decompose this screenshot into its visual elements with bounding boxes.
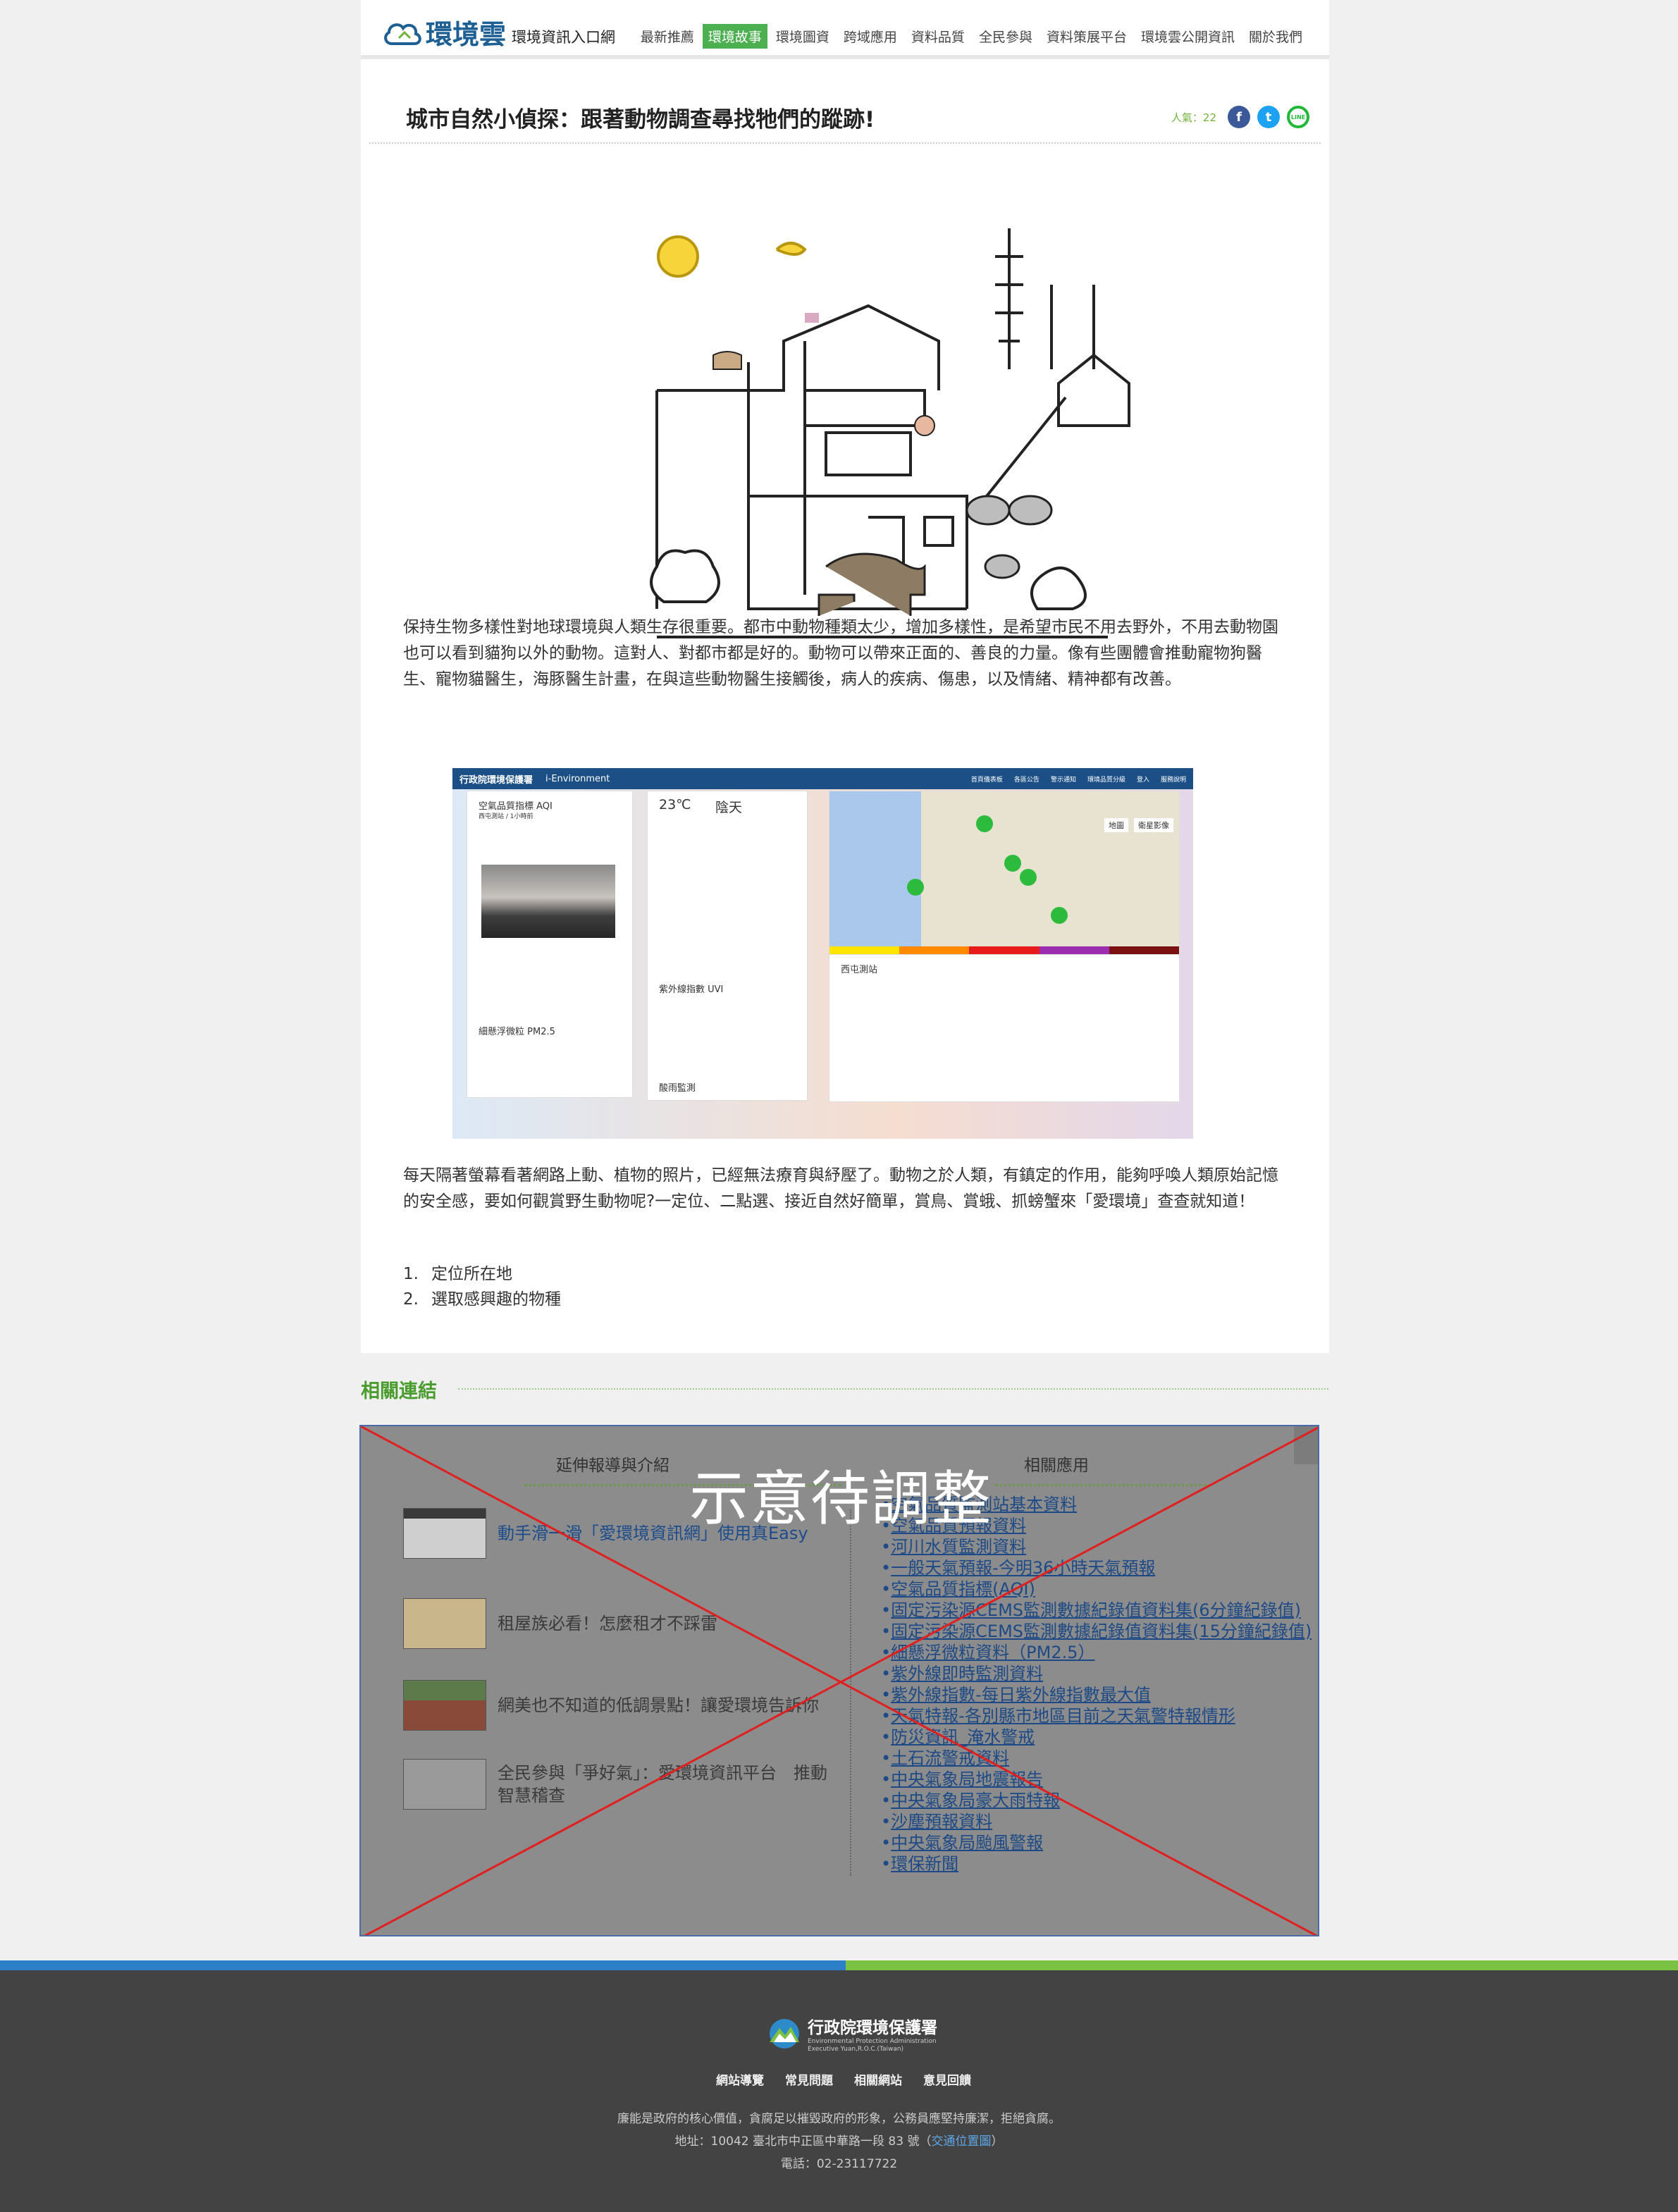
mountain-logo-icon [770, 2019, 799, 2049]
station-marker [1020, 869, 1037, 886]
weather-temp: 23℃ [659, 797, 691, 812]
footer-stripe [0, 1960, 1678, 1970]
station-marker [1004, 855, 1021, 872]
article-card: 城市自然小偵探：跟著動物調查尋找牠們的蹤跡! 人氣：22 f t LINE 保持… [361, 59, 1329, 1353]
aqi-title: 空氣品質指標 AQI [479, 801, 553, 812]
article-paragraph-1: 保持生物多樣性對地球環境與人類生存很重要。都市中動物種類太少，增加多樣性，是希望… [403, 618, 1278, 688]
twitter-share-icon[interactable]: t [1257, 106, 1280, 128]
footer-links: 網站導覽 常見問題 相關網站 意見回饋 [716, 2070, 971, 2088]
map-toggle-satellite: 衛星影像 [1134, 818, 1173, 832]
pm-title: 細懸浮微粒 PM2.5 [479, 1027, 555, 1037]
epa-logo: 行政院環境保護署 Environmental Protection Admini… [767, 2014, 937, 2053]
footer-link-sitemap[interactable]: 網站導覽 [716, 2070, 764, 2088]
station-title: 西屯測站 [841, 965, 878, 975]
main-nav: 最新推薦 環境故事 環境圖資 跨域應用 資料品質 全民參與 資料策展平台 環境雲… [632, 24, 1308, 49]
footer-link-feedback[interactable]: 意見回饋 [923, 2070, 971, 2088]
station-marker [976, 815, 993, 832]
shot-link: 環境品質分級 [1087, 776, 1125, 784]
share-bar: 人氣：22 f t LINE [1171, 106, 1309, 128]
line-share-icon[interactable]: LINE [1287, 106, 1309, 128]
nav-item-participation[interactable]: 全民參與 [973, 24, 1038, 49]
shot-header: 行政院環境保護署 i-Environment 首頁儀表板 各區公告 警示通知 環… [452, 768, 1193, 789]
shot-links: 首頁儀表板 各區公告 警示通知 環境品質分級 登入 服務說明 [971, 774, 1186, 784]
placeholder-overlay-text: 示意待調整 [689, 1464, 993, 1533]
facebook-share-icon[interactable]: f [1228, 106, 1250, 128]
site-footer: 行政院環境保護署 Environmental Protection Admini… [0, 1970, 1678, 2212]
nav-item-apps[interactable]: 跨域應用 [838, 24, 903, 49]
weather-desc: 陰天 [715, 800, 743, 815]
shot-brand: 行政院環境保護署 [459, 774, 533, 786]
nav-item-quality[interactable]: 資料品質 [906, 24, 970, 49]
org-name-en: Environmental Protection Administration [808, 2038, 937, 2045]
footer-phone: 電話：02-23117722 [780, 2157, 898, 2171]
aqi-station: 西屯測站 / 1小時前 [479, 813, 533, 820]
footer-slogan: 廉能是政府的核心價值，貪腐足以摧毀政府的形象，公務員應堅持廉潔，拒絕貪腐。 [617, 2112, 1061, 2126]
nav-item-public-info[interactable]: 環境雲公開資訊 [1135, 24, 1240, 49]
map-panel: 地圖 衛星影像 [829, 791, 1180, 960]
map-toggle-map: 地圖 [1104, 818, 1128, 832]
station-marker [1051, 907, 1068, 924]
nav-item-curation[interactable]: 資料策展平台 [1041, 24, 1133, 49]
shot-brand-en: i-Environment [545, 773, 610, 784]
aqi-panel: 空氣品質指標 AQI 西屯測站 / 1小時前 細懸浮微粒 PM2.5 [467, 791, 633, 1098]
article-title: 城市自然小偵探：跟著動物調查尋找牠們的蹤跡! [406, 107, 875, 132]
footer-link-related[interactable]: 相關網站 [854, 2070, 902, 2088]
title-divider [369, 142, 1321, 144]
sky-photo [481, 865, 615, 938]
station-panel: 西屯測站 [829, 954, 1180, 1102]
nav-item-about[interactable]: 關於我們 [1243, 24, 1308, 49]
map-sea [829, 791, 921, 960]
logo-title: 環境雲 [426, 19, 507, 50]
steps-list: 1. 定位所在地 2. 選取感興趣的物種 [403, 1261, 561, 1312]
weather-panel: 23℃ 陰天 紫外線指數 UVI 酸雨監測 [647, 791, 808, 1101]
cloud-logo-icon [384, 23, 421, 45]
nav-item-maps[interactable]: 環境圖資 [770, 24, 835, 49]
shot-link: 各區公告 [1013, 776, 1040, 784]
nav-item-latest[interactable]: 最新推薦 [635, 24, 700, 49]
i-environment-screenshot: 行政院環境保護署 i-Environment 首頁儀表板 各區公告 警示通知 環… [452, 768, 1193, 1139]
footer-address: 地址：10042 臺北市中正區中華路一段 83 號（交通位置圖） [674, 2134, 1004, 2149]
list-item: 2. 選取感興趣的物種 [403, 1290, 561, 1309]
org-name-en-2: Executive Yuan,R.O.C.(Taiwan) [808, 2046, 904, 2053]
view-count: 人氣：22 [1171, 111, 1216, 124]
top-header: 環境雲 環境資訊入口網 最新推薦 環境故事 環境圖資 跨域應用 資料品質 全民參… [361, 0, 1329, 59]
shot-link: 登入 [1136, 776, 1149, 784]
site-logo[interactable]: 環境雲 環境資訊入口網 [382, 13, 615, 51]
org-name-cn: 行政院環境保護署 [808, 2019, 937, 2037]
article-paragraph-2: 每天隔著螢幕看著網路上動、植物的照片，已經無法療育與紓壓了。動物之於人類，有鎮定… [403, 1166, 1278, 1211]
nav-item-stories[interactable]: 環境故事 [702, 24, 767, 49]
list-item: 1. 定位所在地 [403, 1265, 512, 1283]
logo-subtitle: 環境資訊入口網 [512, 28, 616, 46]
related-section-title: 相關連結 [361, 1380, 437, 1402]
shot-link: 警示通知 [1050, 776, 1076, 784]
shot-link: 首頁儀表板 [970, 776, 1003, 784]
station-marker [907, 879, 924, 896]
noise-title: 酸雨監測 [659, 1083, 696, 1094]
shot-link: 服務說明 [1160, 776, 1186, 784]
related-links-panel: 延伸報導與介紹 相關應用 動手滑一滑「愛環境資訊網」使用真Easy 租屋族必看！… [359, 1425, 1319, 1936]
footer-link-faq[interactable]: 常見問題 [785, 2070, 833, 2088]
city-animals-illustration [650, 228, 1130, 638]
uvi-title: 紫外線指數 UVI [659, 984, 724, 995]
map-link[interactable]: 交通位置圖 [931, 2134, 991, 2149]
related-divider [458, 1388, 1328, 1390]
